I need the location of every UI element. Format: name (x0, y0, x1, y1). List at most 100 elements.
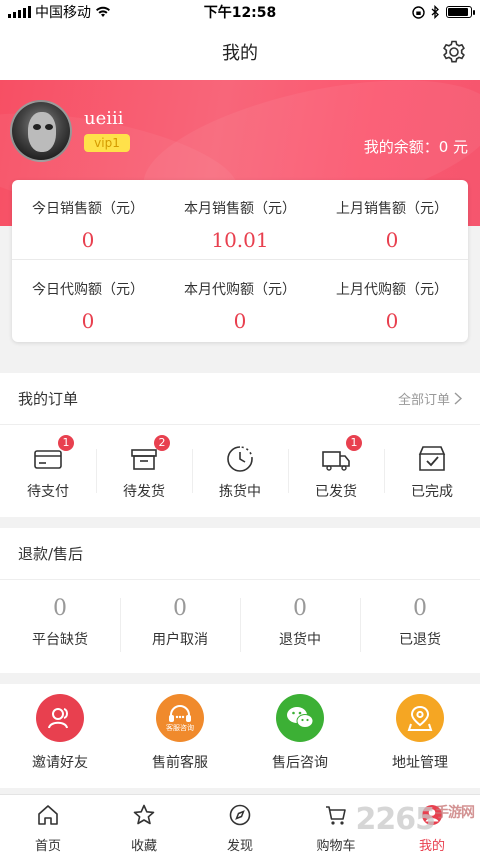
home-icon (38, 805, 58, 825)
stats-card: 今日销售额（元） 0 本月销售额（元） 10.01 上月销售额（元） 0 今日代… (12, 180, 468, 342)
refund-count: 0 (413, 596, 427, 621)
invite-icon (36, 694, 84, 742)
order-pending-shipment[interactable]: 2 待发货 (96, 435, 192, 501)
section-title: 我的订单 (18, 390, 79, 408)
stat-value: 0 (81, 309, 95, 333)
count-badge: 2 (154, 435, 170, 451)
refund-label: 平台缺货 (32, 632, 88, 648)
order-label: 已发货 (315, 484, 357, 500)
stat-last-month-sales: 上月销售额（元） 0 (316, 180, 468, 259)
order-status-list: 1 待支付 2 待发货 拣货中 1 已发货 已完成 (0, 425, 480, 517)
order-label: 已完成 (411, 484, 453, 500)
tab-label: 首页 (34, 839, 61, 854)
stat-label: 上月代购额（元） (336, 282, 448, 298)
service-presale-support[interactable]: 客服咨询 售前客服 (120, 684, 240, 788)
carrier-label: 中国移动 (35, 5, 91, 21)
refund-out-of-stock[interactable]: 0 平台缺货 (0, 594, 120, 658)
service-address-manage[interactable]: 地址管理 (360, 684, 480, 788)
refund-section: 退款/售后 0 平台缺货 0 用户取消 0 退货中 0 已退货 (0, 528, 480, 673)
stat-label: 今日销售额（元） (32, 201, 144, 217)
tab-home[interactable]: 首页 (0, 795, 96, 854)
star-icon (133, 804, 155, 825)
order-pending-payment[interactable]: 1 待支付 (0, 435, 96, 501)
stat-value: 0 (81, 228, 95, 252)
signal-icon (8, 6, 31, 18)
wifi-icon (96, 6, 110, 17)
tab-label: 购物车 (316, 839, 356, 854)
status-time: 下午12:58 (203, 5, 277, 21)
settings-button[interactable] (440, 38, 468, 66)
all-orders-link[interactable]: 全部订单 (398, 389, 462, 408)
nav-bar: 我的 (0, 24, 480, 80)
stat-last-month-purchase: 上月代购额（元） 0 (316, 261, 468, 341)
vip-badge: vip1 (84, 134, 130, 152)
order-completed[interactable]: 已完成 (384, 441, 480, 501)
site-watermark: 2265手游网 (355, 802, 476, 837)
stat-label: 本月代购额（元） (184, 282, 296, 298)
stats-row-sales: 今日销售额（元） 0 本月销售额（元） 10.01 上月销售额（元） 0 (12, 180, 468, 260)
service-label: 售前客服 (152, 755, 208, 771)
refund-returning[interactable]: 0 退货中 (240, 594, 360, 658)
wechat-icon (276, 694, 324, 742)
stat-today-purchase: 今日代购额（元） 0 (12, 261, 164, 341)
avatar-eye (33, 124, 41, 130)
orders-section: 我的订单 全部订单 1 待支付 2 待发货 拣货中 1 已发货 已完成 (0, 373, 480, 517)
balance-label[interactable]: 我的余额：0 元 (364, 136, 468, 157)
service-invite-friends[interactable]: 邀请好友 (0, 684, 120, 788)
refund-header: 退款/售后 (0, 528, 480, 580)
refund-returned[interactable]: 0 已退货 (360, 594, 480, 658)
tab-discover[interactable]: 发现 (192, 795, 288, 854)
stat-month-sales: 本月销售额（元） 10.01 (164, 180, 316, 259)
avatar-eye (45, 124, 53, 130)
stat-value: 0 (385, 228, 399, 252)
status-left: 中国移动 (8, 2, 188, 22)
refund-status-list: 0 平台缺货 0 用户取消 0 退货中 0 已退货 (0, 580, 480, 672)
tab-label: 我的 (418, 839, 445, 854)
location-icon (396, 694, 444, 742)
chevron-right-icon (454, 392, 462, 405)
avatar-face (28, 112, 56, 152)
refund-count: 0 (173, 596, 187, 621)
battery-icon (446, 6, 475, 18)
done-box-icon (418, 446, 446, 471)
refund-label: 退货中 (279, 632, 321, 648)
avatar[interactable] (10, 100, 72, 162)
count-badge: 1 (58, 435, 74, 451)
refund-count: 0 (53, 596, 67, 621)
section-title: 退款/售后 (18, 545, 84, 563)
services-grid: 邀请好友 客服咨询 售前客服 售后咨询 地址管理 (0, 684, 480, 788)
refund-user-cancelled[interactable]: 0 用户取消 (120, 594, 240, 658)
stat-label: 今日代购额（元） (32, 282, 144, 298)
stat-label: 上月销售额（元） (336, 201, 448, 217)
order-label: 待发货 (123, 484, 165, 500)
gear-icon (443, 40, 465, 63)
refund-label: 用户取消 (152, 632, 208, 648)
compass-icon (229, 804, 251, 826)
status-right (292, 5, 475, 19)
refund-count: 0 (293, 596, 307, 621)
stat-today-sales: 今日销售额（元） 0 (12, 180, 164, 259)
orders-header: 我的订单 全部订单 (0, 373, 480, 425)
stat-value: 0 (233, 309, 247, 333)
stats-row-purchase: 今日代购额（元） 0 本月代购额（元） 0 上月代购额（元） 0 (12, 261, 468, 341)
clock-icon (227, 446, 253, 472)
service-label: 邀请好友 (32, 755, 88, 771)
order-picking[interactable]: 拣货中 (192, 441, 288, 501)
username: ueiii (84, 108, 124, 129)
order-label: 拣货中 (219, 484, 261, 500)
count-badge: 1 (346, 435, 362, 451)
order-label: 待支付 (27, 484, 69, 500)
tab-favorites[interactable]: 收藏 (96, 795, 192, 854)
stat-value: 0 (385, 309, 399, 333)
tab-label: 收藏 (130, 839, 157, 854)
refund-label: 已退货 (399, 632, 441, 648)
order-shipped[interactable]: 1 已发货 (288, 435, 384, 501)
lock-rotation-icon (412, 5, 425, 19)
service-aftersale-consult[interactable]: 售后咨询 (240, 684, 360, 788)
status-bar: 中国移动 下午12:58 (0, 0, 480, 24)
stat-label: 本月销售额（元） (184, 201, 296, 217)
stat-month-purchase: 本月代购额（元） 0 (164, 261, 316, 341)
bluetooth-icon (431, 5, 439, 19)
stat-value: 10.01 (211, 228, 269, 252)
cart-icon (326, 806, 346, 825)
